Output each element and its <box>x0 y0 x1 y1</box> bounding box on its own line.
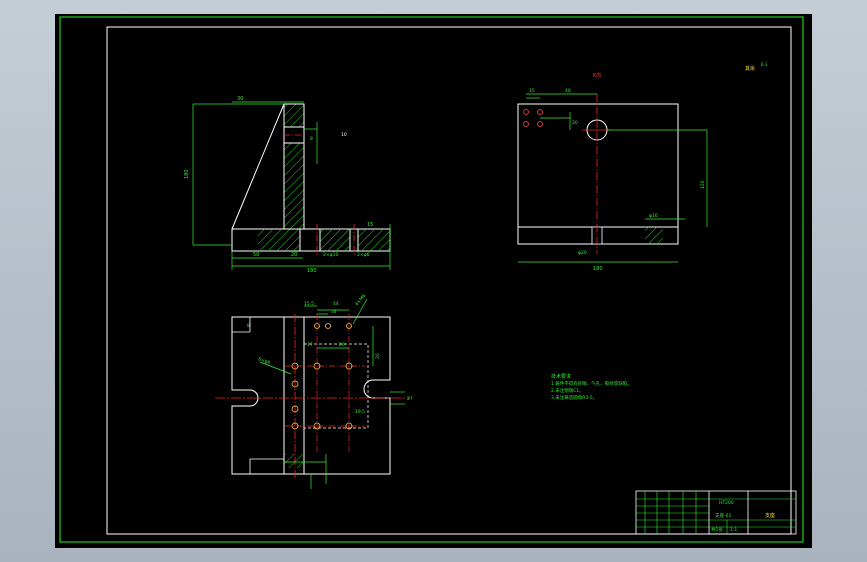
front-bottom-dim-1: 50 <box>253 252 259 258</box>
plan-dim-1: 15.5 <box>304 301 314 307</box>
side-dim-6: φ20 <box>578 250 587 256</box>
plan-view[interactable]: 15.5 44 34 4×M6 17 26 20 19.5 27 8 6×φ8 <box>215 293 413 489</box>
front-total-dim: 180 <box>307 268 317 274</box>
outer-frame <box>59 16 804 543</box>
inner-frame <box>106 26 792 535</box>
plan-hatch <box>284 454 304 468</box>
front-base-hatch-3 <box>358 229 390 251</box>
roughness-note: 其余 6.3 <box>745 62 768 72</box>
svg-text:其余: 其余 <box>745 65 755 72</box>
tech-req-line-1: 1.铸件不得有砂眼、气孔、裂纹等缺陷。 <box>551 380 632 387</box>
side-view-hatch <box>645 227 663 244</box>
plan-dim-11: 6×φ8 <box>257 356 271 366</box>
front-vertical-wall <box>283 103 305 230</box>
plan-dim-9: 27 <box>407 396 413 402</box>
tech-req-title: 技术要求 <box>551 373 571 380</box>
plan-dim-5: 17 <box>307 342 313 348</box>
plan-dim-4: 4×M6 <box>354 293 367 307</box>
front-small-dim-1: 15 <box>367 222 373 228</box>
plan-dim-6: 26 <box>339 342 345 348</box>
side-dim-3: 20 <box>572 120 578 126</box>
plan-dim-3: 34 <box>331 309 337 315</box>
title-part-name: 支座 <box>765 512 775 519</box>
svg-text:6.3: 6.3 <box>761 62 768 67</box>
front-bottom-dim-2: 20 <box>291 252 297 258</box>
front-top-dim: 30 <box>237 96 243 102</box>
technical-requirements: 技术要求 1.铸件不得有砂眼、气孔、裂纹等缺陷。 2.未注倒角C1。 3.未注铸… <box>551 373 632 401</box>
cad-drawing: 30 180 50 20 2×φ10 2×φ6 180 15 8 10 K向 1… <box>59 16 804 543</box>
cad-viewport[interactable]: 30 180 50 20 2×φ10 2×φ6 180 15 8 10 K向 1… <box>55 14 812 548</box>
title-scale: 1:1 <box>730 527 737 533</box>
side-dim-4: 120 <box>700 180 706 189</box>
tech-req-line-2: 2.未注倒角C1。 <box>551 387 584 394</box>
front-bottom-dim-3: 2×φ10 <box>323 252 338 258</box>
side-dim-2: 40 <box>565 88 571 94</box>
side-dim-5: φ16 <box>649 213 658 219</box>
plan-dim-7: 20 <box>375 353 381 359</box>
front-base-hatch-2 <box>320 229 350 251</box>
plan-dim-10: 8 <box>247 323 250 329</box>
side-view[interactable]: K向 15 40 20 120 φ16 φ20 180 <box>517 72 708 272</box>
tech-req-line-3: 3.未注铸造圆角R3-5。 <box>551 394 597 401</box>
front-base-hatch-1 <box>258 229 300 251</box>
title-sheet: 共1张 <box>711 526 723 533</box>
side-view-width-dim: 180 <box>593 266 603 272</box>
front-small-dim-3: 10 <box>341 132 347 138</box>
side-dim-1: 15 <box>529 88 535 94</box>
plan-dim-2: 44 <box>333 301 339 307</box>
title-material: HT200 <box>719 500 734 506</box>
front-view[interactable]: 30 180 50 20 2×φ10 2×φ6 180 15 8 10 <box>184 96 391 274</box>
front-small-dim-2: 8 <box>310 136 313 142</box>
side-view-title: K向 <box>593 72 601 79</box>
title-drawing-no: 支座-01 <box>715 512 731 519</box>
plan-dim-8: 19.5 <box>355 409 365 415</box>
plan-view-outline <box>231 316 391 475</box>
title-block[interactable]: HT200 支座-01 1:1 共1张 支座 <box>635 490 797 535</box>
front-bottom-dim-4: 2×φ6 <box>357 252 370 258</box>
front-height-dim: 180 <box>184 169 190 179</box>
front-rib <box>231 103 285 230</box>
